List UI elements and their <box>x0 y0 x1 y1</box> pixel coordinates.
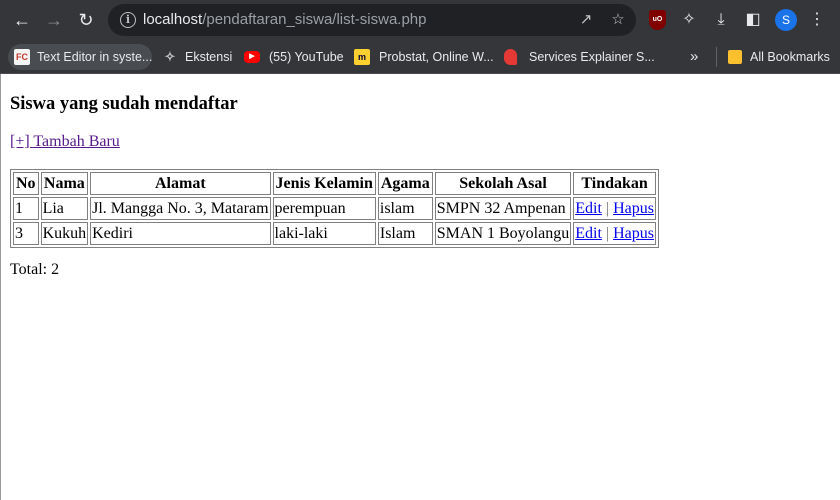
bookmark-ekstensi[interactable]: ✧ Ekstensi <box>156 44 236 70</box>
forward-icon[interactable]: → <box>40 6 68 34</box>
cell-tindakan: Edit | Hapus <box>573 197 656 220</box>
page-title: Siswa yang sudah mendaftar <box>10 94 238 114</box>
delete-link[interactable]: Hapus <box>613 225 654 242</box>
menu-kebab-icon[interactable]: ⋮ <box>806 9 828 31</box>
download-icon[interactable]: ⤓ <box>710 9 732 31</box>
bookmark-label: Services Explainer S... <box>529 50 655 64</box>
site-info-icon[interactable]: i <box>120 12 136 28</box>
page-content: Siswa yang sudah mendaftar [+] Tambah Ba… <box>0 74 840 500</box>
table-row: 1 Lia Jl. Mangga No. 3, Mataram perempua… <box>13 197 656 220</box>
profile-avatar[interactable]: S <box>775 9 797 31</box>
table-row: 3 Kukuh Kediri laki-laki Islam SMAN 1 Bo… <box>13 222 656 245</box>
cell-sekolah-asal: SMPN 32 Ampenan <box>434 197 572 220</box>
url-path: /pendaftaran_siswa/list-siswa.php <box>202 11 427 28</box>
col-header-sekolah-asal: Sekolah Asal <box>434 172 572 195</box>
cell-nama: Kukuh <box>40 222 89 245</box>
bookmark-red-icon <box>504 49 517 65</box>
all-bookmarks-button[interactable]: All Bookmarks <box>722 44 834 70</box>
col-header-alamat: Alamat <box>90 172 271 195</box>
bookmark-youtube[interactable]: ▶ (55) YouTube <box>238 44 344 70</box>
share-icon[interactable]: ↗ <box>576 10 596 30</box>
cell-no: 1 <box>13 197 39 220</box>
bookmarks-bar: FC Text Editor in syste... ✧ Ekstensi ▶ … <box>0 40 840 74</box>
cell-alamat: Jl. Mangga No. 3, Mataram <box>90 197 271 220</box>
edit-link[interactable]: Edit <box>575 225 602 242</box>
browser-toolbar: ← → ↻ i localhost/pendaftaran_siswa/list… <box>0 0 840 40</box>
col-header-tindakan: Tindakan <box>573 172 656 195</box>
cell-jenis-kelamin: perempuan <box>272 197 376 220</box>
fc-icon: FC <box>14 49 30 65</box>
cell-no: 3 <box>13 222 39 245</box>
reload-icon[interactable]: ↻ <box>72 6 100 34</box>
back-icon[interactable]: ← <box>8 6 36 34</box>
all-bookmarks-label: All Bookmarks <box>750 50 830 64</box>
star-icon[interactable]: ☆ <box>608 10 628 30</box>
col-header-no: No <box>13 172 39 195</box>
total-count: Total: 2 <box>10 261 60 278</box>
extensions-puzzle-icon[interactable]: ✧ <box>678 9 700 31</box>
cell-nama: Lia <box>40 197 89 220</box>
col-header-nama: Nama <box>40 172 89 195</box>
ublock-origin-icon[interactable]: uO <box>649 10 666 30</box>
bookmark-text-editor[interactable]: FC Text Editor in syste... <box>8 44 152 70</box>
bookmark-label: Ekstensi <box>185 50 233 64</box>
folder-icon <box>728 50 742 64</box>
cell-alamat: Kediri <box>90 222 271 245</box>
cell-sekolah-asal: SMAN 1 Boyolangu <box>434 222 572 245</box>
delete-link[interactable]: Hapus <box>613 200 654 217</box>
add-new-link[interactable]: [+] Tambah Baru <box>10 133 120 151</box>
side-panel-icon[interactable]: ◧ <box>742 9 764 31</box>
col-header-agama: Agama <box>377 172 433 195</box>
bookmark-services-explainer[interactable]: Services Explainer S... <box>498 44 655 70</box>
bookmark-label: (55) YouTube <box>269 50 344 64</box>
action-separator: | <box>605 224 610 242</box>
cell-agama: Islam <box>377 222 433 245</box>
col-header-jenis-kelamin: Jenis Kelamin <box>272 172 376 195</box>
bookmark-probstat[interactable]: m Probstat, Online W... <box>348 44 494 70</box>
miro-icon: m <box>354 49 370 65</box>
bookmark-label: Text Editor in syste... <box>37 50 153 64</box>
action-separator: | <box>605 199 610 217</box>
edit-link[interactable]: Edit <box>575 200 602 217</box>
address-bar[interactable]: i localhost/pendaftaran_siswa/list-siswa… <box>108 4 636 36</box>
table-header-row: No Nama Alamat Jenis Kelamin Agama Sekol… <box>13 172 656 195</box>
cell-jenis-kelamin: laki-laki <box>272 222 376 245</box>
url-host: localhost <box>143 11 203 28</box>
youtube-icon: ▶ <box>244 51 260 63</box>
bookmarks-divider <box>716 47 717 67</box>
cell-tindakan: Edit | Hapus <box>573 222 656 245</box>
bookmarks-overflow-icon[interactable]: » <box>690 44 710 70</box>
bookmark-label: Probstat, Online W... <box>379 50 494 64</box>
students-table: No Nama Alamat Jenis Kelamin Agama Sekol… <box>10 169 659 248</box>
puzzle-icon: ✧ <box>164 49 176 64</box>
url-text[interactable]: localhost/pendaftaran_siswa/list-siswa.p… <box>143 11 427 28</box>
cell-agama: islam <box>377 197 433 220</box>
